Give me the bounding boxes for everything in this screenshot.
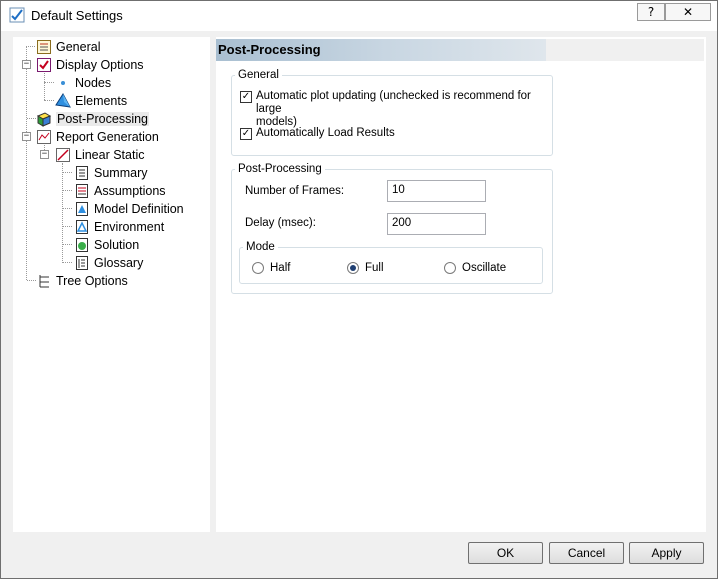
- tree-item-report-generation[interactable]: Report Generation: [36, 128, 159, 146]
- display-options-icon: [37, 58, 51, 72]
- bullet-dot-icon: [61, 81, 65, 85]
- tree-item-linear-static[interactable]: Linear Static: [55, 146, 144, 164]
- post-processing-cube-icon: [36, 112, 52, 127]
- tree-connector: [62, 226, 72, 227]
- auto-load-results-row[interactable]: ✓ Automatically Load Results: [240, 127, 395, 140]
- tree-item-solution[interactable]: Solution: [74, 236, 139, 254]
- tree-connector: [26, 46, 27, 280]
- tree-item-label: Summary: [94, 166, 148, 180]
- auto-plot-updating-row[interactable]: ✓ Automatic plot updating (unchecked is …: [240, 90, 550, 129]
- window-title: Default Settings: [31, 8, 123, 23]
- tree-item-label: Post-Processing: [56, 112, 150, 126]
- delay-msec-label: Delay (msec):: [245, 217, 316, 229]
- tree-connector: [26, 46, 35, 47]
- mode-half-radio[interactable]: [252, 262, 264, 274]
- settings-tree: − − − General Display Options Nodes Elem…: [13, 37, 210, 532]
- settings-content-panel: Post-Processing General ✓ Automatic plot…: [216, 37, 706, 532]
- tree-item-label: Elements: [75, 94, 128, 108]
- mode-oscillate-option[interactable]: Oscillate: [444, 262, 506, 274]
- apply-button[interactable]: Apply: [629, 542, 704, 564]
- summary-doc-icon: [76, 166, 88, 180]
- ok-button[interactable]: OK: [468, 542, 543, 564]
- delay-msec-input[interactable]: 200: [387, 213, 486, 235]
- settings-app-icon: [9, 7, 25, 23]
- auto-load-results-checkbox[interactable]: ✓: [240, 128, 252, 140]
- tree-item-label: Glossary: [94, 256, 144, 270]
- report-icon: [37, 130, 51, 144]
- section-header: Post-Processing: [216, 39, 704, 61]
- tree-item-summary[interactable]: Summary: [74, 164, 147, 182]
- tree-connector: [27, 280, 36, 281]
- close-button[interactable]: ✕: [665, 3, 711, 21]
- tree-item-label: Solution: [94, 238, 140, 252]
- tree-item-nodes[interactable]: Nodes: [55, 74, 111, 92]
- tree-item-label: General: [56, 40, 101, 54]
- auto-plot-updating-label: Automatic plot updating (unchecked is re…: [256, 90, 531, 115]
- number-of-frames-label: Number of Frames:: [245, 185, 345, 197]
- tree-item-label: Display Options: [56, 58, 144, 72]
- glossary-doc-icon: [76, 256, 88, 270]
- tree-item-label: Tree Options: [56, 274, 128, 288]
- section-title: Post-Processing: [218, 42, 321, 57]
- tree-connector: [44, 73, 45, 100]
- mode-full-radio[interactable]: [347, 262, 359, 274]
- linear-static-chart-icon: [56, 148, 70, 162]
- tree-item-general[interactable]: General: [36, 38, 100, 56]
- auto-plot-updating-checkbox[interactable]: ✓: [240, 91, 252, 103]
- tree-item-assumptions[interactable]: Assumptions: [74, 182, 166, 200]
- tree-item-label: Model Definition: [94, 202, 184, 216]
- tree-connector: [44, 82, 54, 83]
- mode-full-label: Full: [365, 262, 384, 274]
- environment-icon: [76, 220, 88, 234]
- solution-icon: [76, 238, 88, 252]
- mode-full-option[interactable]: Full: [347, 262, 384, 274]
- tree-connector: [62, 208, 72, 209]
- tree-options-icon: [39, 275, 49, 288]
- tree-item-label: Report Generation: [56, 130, 159, 144]
- model-definition-icon: [76, 202, 88, 216]
- mode-oscillate-label: Oscillate: [462, 262, 507, 274]
- post-processing-group-legend: Post-Processing: [235, 163, 325, 175]
- report-generation-expander[interactable]: −: [22, 132, 31, 141]
- mode-half-option[interactable]: Half: [252, 262, 290, 274]
- tree-item-environment[interactable]: Environment: [74, 218, 164, 236]
- tree-item-model-definition[interactable]: Model Definition: [74, 200, 184, 218]
- tree-connector: [44, 100, 54, 101]
- general-group-legend: General: [235, 69, 282, 81]
- tree-connector: [27, 118, 36, 119]
- tree-connector: [62, 262, 72, 263]
- tree-connector: [62, 163, 63, 263]
- tree-item-elements[interactable]: Elements: [55, 92, 127, 110]
- mode-oscillate-radio[interactable]: [444, 262, 456, 274]
- auto-load-results-label: Automatically Load Results: [256, 127, 395, 139]
- number-of-frames-input[interactable]: 10: [387, 180, 486, 202]
- tree-connector: [62, 244, 72, 245]
- cancel-button[interactable]: Cancel: [549, 542, 624, 564]
- tree-item-display-options[interactable]: Display Options: [36, 56, 144, 74]
- elements-shape-icon: [55, 93, 71, 108]
- help-button[interactable]: ?: [637, 3, 665, 21]
- tree-item-glossary[interactable]: Glossary: [74, 254, 143, 272]
- tree-item-label: Nodes: [75, 76, 112, 90]
- settings-list-icon: [37, 40, 51, 54]
- tree-item-post-processing[interactable]: Post-Processing: [36, 110, 150, 128]
- mode-half-label: Half: [270, 262, 291, 274]
- tree-item-label: Environment: [94, 220, 165, 234]
- title-bar: Default Settings ? ✕: [1, 1, 717, 31]
- tree-connector: [62, 190, 72, 191]
- assumptions-doc-icon: [76, 184, 88, 198]
- tree-item-tree-options[interactable]: Tree Options: [36, 272, 128, 290]
- default-settings-window: Default Settings ? ✕ − − − General Displ…: [0, 0, 718, 579]
- tree-item-label: Linear Static: [75, 148, 145, 162]
- tree-item-label: Assumptions: [94, 184, 166, 198]
- linear-static-expander[interactable]: −: [40, 150, 49, 159]
- mode-group-legend: Mode: [243, 241, 278, 253]
- display-options-expander[interactable]: −: [22, 60, 31, 69]
- tree-connector: [62, 172, 72, 173]
